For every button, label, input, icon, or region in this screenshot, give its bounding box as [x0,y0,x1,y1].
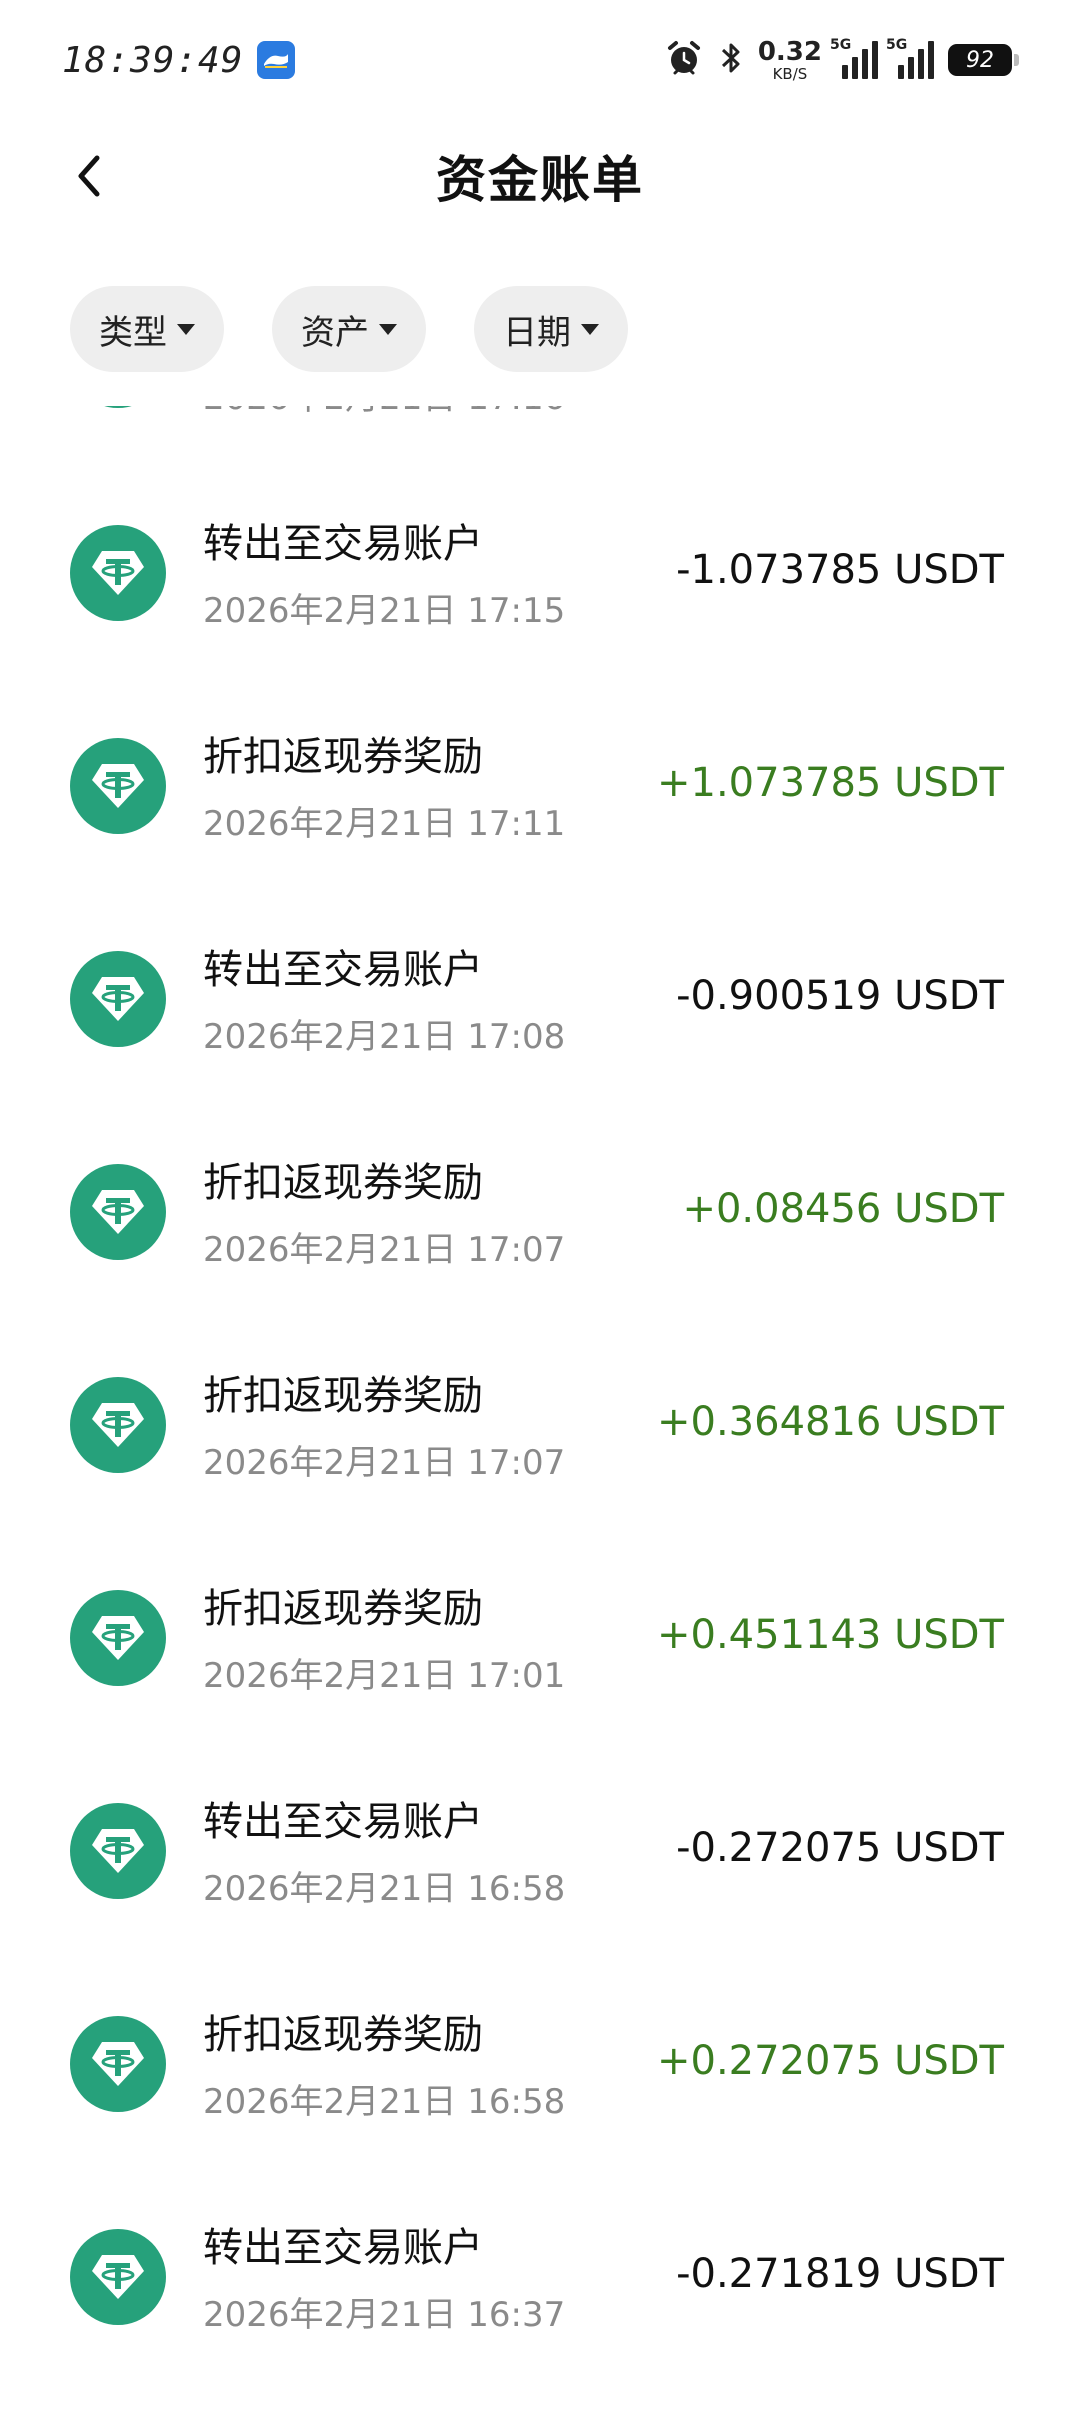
network-type-1: 5G [830,37,852,53]
transaction-amount: +1.073785 USDT [657,760,1004,806]
transaction-amount: +0.272075 USDT [657,2038,1004,2084]
transaction-amount: -0.271819 USDT [676,2251,1004,2297]
transaction-row[interactable]: 2026年2月21日 17:16 +0.029621 USDT [0,406,1080,473]
transaction-date: 2026年2月21日 16:58 [203,1869,566,1909]
transaction-amount: -0.272075 USDT [676,1825,1004,1871]
network-speed-value: 0.32 [757,36,822,67]
transaction-date: 2026年2月21日 17:15 [203,591,566,631]
status-left: 18:39:49 [62,39,296,81]
battery-icon: 92 [948,44,1019,76]
filter-asset-label: 资产 [301,312,369,353]
usdt-icon [70,525,166,621]
usdt-icon [70,2016,166,2112]
transaction-date: 2026年2月21日 16:58 [203,2082,566,2122]
transaction-row[interactable]: 转出至交易账户 2026年2月21日 16:37 -0.271819 USDT [0,2177,1080,2390]
fund-bill-screen: 18:39:49 0.32 KB/S 5G 5G 92 资金账单 类型 资产 日… [0,0,1080,2412]
transaction-amount: +0.451143 USDT [657,1612,1004,1658]
app-notification-icon [257,41,296,79]
transaction-date: 2026年2月21日 17:16 [203,406,565,419]
transaction-title: 转出至交易账户 [203,521,483,567]
transaction-row[interactable]: 折扣返现券奖励 2026年2月21日 17:07 +0.08456 USDT [0,1112,1080,1325]
transaction-title: 折扣返现券奖励 [203,1373,483,1419]
caret-down-icon [581,323,599,335]
transaction-amount: +0.364816 USDT [657,1399,1004,1445]
transaction-row[interactable]: 折扣返现券奖励 2026年2月21日 17:11 +1.073785 USDT [0,686,1080,899]
usdt-icon [70,738,166,834]
transaction-title: 折扣返现券奖励 [203,2012,483,2058]
transaction-row[interactable]: 折扣返现券奖励 2026年2月21日 16:58 +0.272075 USDT [0,1964,1080,2177]
transaction-amount: +0.08456 USDT [682,1186,1004,1232]
filter-type-dropdown[interactable]: 类型 [70,286,224,372]
alarm-icon [664,38,704,82]
usdt-icon [70,951,166,1047]
transaction-date: 2026年2月21日 17:07 [203,1443,566,1483]
filter-bar: 类型 资产 日期 [70,286,628,372]
usdt-icon [70,1590,166,1686]
signal-icon-1: 5G [830,37,878,79]
bluetooth-icon [718,38,744,82]
transaction-row[interactable]: 转出至交易账户 2026年2月21日 17:15 -1.073785 USDT [0,473,1080,686]
transaction-title: 折扣返现券奖励 [203,734,483,780]
transaction-date: 2026年2月21日 17:11 [203,804,566,844]
filter-date-label: 日期 [503,312,571,353]
transaction-row[interactable]: 转出至交易账户 2026年2月21日 16:58 -0.272075 USDT [0,1751,1080,1964]
transaction-row[interactable]: 转出至交易账户 2026年2月21日 17:08 -0.900519 USDT [0,899,1080,1112]
usdt-icon [70,2229,166,2325]
network-speed-unit: KB/S [772,64,808,83]
usdt-icon [70,1164,166,1260]
transaction-date: 2026年2月21日 17:07 [203,1230,566,1270]
transaction-date: 2026年2月21日 17:08 [203,1017,566,1057]
filter-asset-dropdown[interactable]: 资产 [272,286,426,372]
usdt-icon [70,1803,166,1899]
transaction-row[interactable]: 折扣返现券奖励 2026年2月21日 17:01 +0.451143 USDT [0,1538,1080,1751]
page-title: 资金账单 [436,151,644,209]
status-right: 0.32 KB/S 5G 5G 92 [664,37,1019,82]
transaction-title: 折扣返现券奖励 [203,1160,483,1206]
transaction-date: 2026年2月21日 16:37 [203,2295,566,2335]
transaction-row[interactable]: 折扣返现券奖励 2026年2月21日 17:07 +0.364816 USDT [0,1325,1080,1538]
usdt-icon [70,406,166,408]
caret-down-icon [177,323,195,335]
transaction-amount: -1.073785 USDT [676,547,1004,593]
filter-date-dropdown[interactable]: 日期 [474,286,628,372]
transaction-title: 折扣返现券奖励 [203,1586,483,1632]
transaction-list-viewport[interactable]: 2026年2月21日 17:16 +0.029621 USDT 转出至交易账户 … [0,406,1080,2412]
filter-type-label: 类型 [99,312,167,353]
transaction-title: 转出至交易账户 [203,947,483,993]
transaction-title: 转出至交易账户 [203,1799,483,1845]
network-type-2: 5G [886,37,908,53]
transaction-amount: -0.900519 USDT [676,973,1004,1019]
network-speed: 0.32 KB/S [758,39,822,82]
transaction-list: 2026年2月21日 17:16 +0.029621 USDT 转出至交易账户 … [0,406,1080,2390]
usdt-icon [70,1377,166,1473]
signal-icon-2: 5G [886,37,934,79]
status-bar: 18:39:49 0.32 KB/S 5G 5G 92 [0,0,1080,120]
transaction-date: 2026年2月21日 17:01 [203,1656,566,1696]
transaction-title: 转出至交易账户 [203,2225,483,2271]
header: 资金账单 [0,120,1080,230]
caret-down-icon [379,323,397,335]
status-time: 18:39:49 [62,39,244,81]
